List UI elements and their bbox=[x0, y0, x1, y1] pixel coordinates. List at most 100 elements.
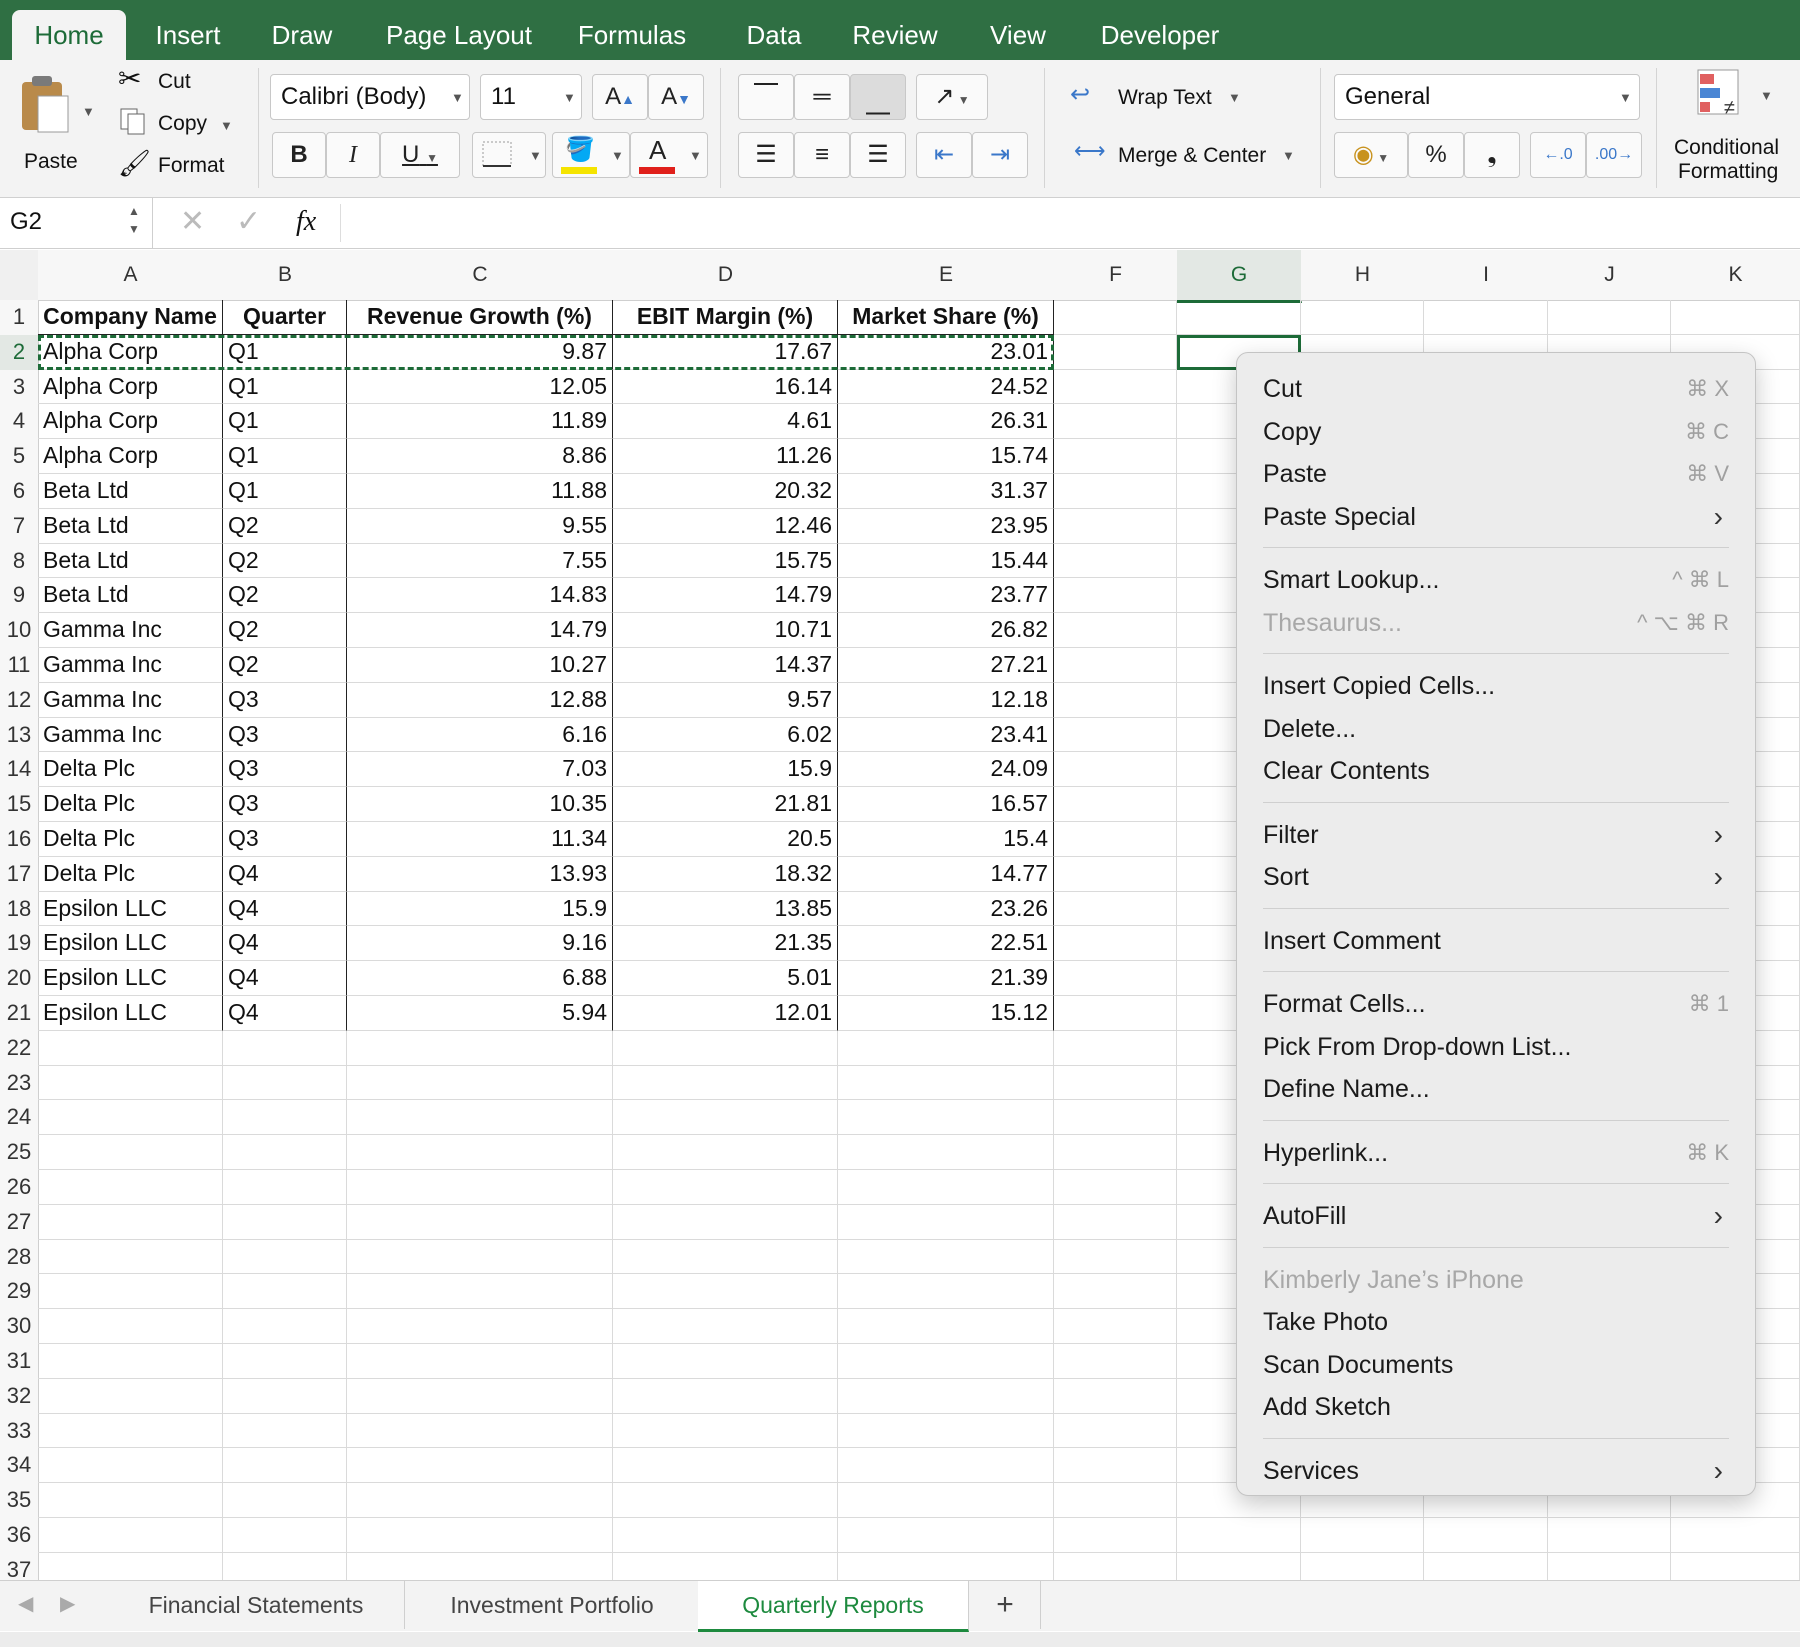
table-cell[interactable]: 14.79 bbox=[347, 613, 613, 648]
align-left-button[interactable]: ☰ bbox=[738, 132, 794, 178]
table-cell[interactable]: 14.83 bbox=[347, 578, 613, 614]
table-cell[interactable]: Q3 bbox=[223, 752, 347, 788]
empty-cell[interactable] bbox=[1671, 1552, 1800, 1580]
table-cell[interactable]: 24.52 bbox=[838, 369, 1054, 405]
empty-cell[interactable] bbox=[1671, 1518, 1800, 1553]
table-cell[interactable]: Q4 bbox=[223, 891, 347, 927]
row-header[interactable]: 4 bbox=[0, 404, 39, 441]
table-cell[interactable]: Epsilon LLC bbox=[38, 961, 223, 996]
table-cell[interactable]: Epsilon LLC bbox=[38, 891, 223, 927]
empty-cell[interactable] bbox=[1054, 1448, 1177, 1484]
row-header[interactable]: 1 bbox=[0, 300, 39, 336]
ribbon-tab-formulas[interactable]: Formulas bbox=[562, 10, 702, 60]
table-cell[interactable]: 27.21 bbox=[838, 648, 1054, 683]
empty-cell[interactable] bbox=[1054, 1518, 1177, 1553]
table-cell[interactable]: 24.09 bbox=[838, 752, 1054, 788]
table-cell[interactable]: 21.81 bbox=[613, 787, 838, 822]
empty-cell[interactable] bbox=[347, 1239, 613, 1275]
table-cell[interactable]: 23.95 bbox=[838, 508, 1054, 544]
row-header[interactable]: 37 bbox=[0, 1552, 39, 1580]
empty-cell[interactable] bbox=[38, 1204, 223, 1240]
table-cell[interactable]: 6.02 bbox=[613, 717, 838, 753]
empty-cell[interactable] bbox=[38, 1030, 223, 1066]
table-cell[interactable]: 16.14 bbox=[613, 369, 838, 405]
empty-cell[interactable] bbox=[347, 1170, 613, 1205]
table-cell[interactable]: Q4 bbox=[223, 926, 347, 962]
empty-cell[interactable] bbox=[1054, 752, 1177, 788]
empty-cell[interactable] bbox=[838, 1344, 1054, 1379]
table-cell[interactable]: 15.4 bbox=[838, 822, 1054, 857]
column-header-e[interactable]: E bbox=[838, 250, 1055, 301]
table-cell[interactable]: 20.5 bbox=[613, 822, 838, 857]
accounting-format-button[interactable]: ◉ ▼ bbox=[1334, 132, 1408, 178]
menu-item-clear-contents[interactable]: Clear Contents bbox=[1263, 751, 1729, 791]
empty-cell[interactable] bbox=[347, 1344, 613, 1379]
empty-cell[interactable] bbox=[223, 1204, 347, 1240]
empty-cell[interactable] bbox=[1054, 508, 1177, 544]
empty-cell[interactable] bbox=[347, 1030, 613, 1066]
empty-cell[interactable] bbox=[1054, 1065, 1177, 1101]
empty-cell[interactable] bbox=[613, 1135, 838, 1170]
table-cell[interactable]: Q2 bbox=[223, 578, 347, 614]
row-header[interactable]: 28 bbox=[0, 1239, 39, 1276]
empty-cell[interactable] bbox=[1054, 856, 1177, 892]
empty-cell[interactable] bbox=[838, 1030, 1054, 1066]
empty-cell[interactable] bbox=[1054, 1309, 1177, 1344]
empty-cell[interactable] bbox=[38, 1518, 223, 1553]
row-header[interactable]: 27 bbox=[0, 1204, 39, 1241]
empty-cell[interactable] bbox=[1054, 474, 1177, 509]
empty-cell[interactable] bbox=[1054, 578, 1177, 614]
menu-item-insert-copied-cells[interactable]: Insert Copied Cells... bbox=[1263, 666, 1729, 706]
ribbon-tab-review[interactable]: Review bbox=[834, 10, 956, 60]
empty-cell[interactable] bbox=[1054, 996, 1177, 1031]
table-cell[interactable]: Q2 bbox=[223, 543, 347, 579]
table-cell[interactable]: 26.31 bbox=[838, 404, 1054, 440]
row-header[interactable]: 8 bbox=[0, 543, 39, 580]
increase-indent-button[interactable]: ⇥ bbox=[972, 132, 1028, 178]
borders-button[interactable]: ▼ bbox=[472, 132, 546, 178]
row-header[interactable]: 31 bbox=[0, 1344, 39, 1380]
table-cell[interactable]: Beta Ltd bbox=[38, 474, 223, 509]
row-header[interactable]: 14 bbox=[0, 752, 39, 789]
empty-cell[interactable] bbox=[838, 1170, 1054, 1205]
table-cell[interactable]: 9.57 bbox=[613, 682, 838, 718]
empty-cell[interactable] bbox=[38, 1239, 223, 1275]
empty-cell[interactable] bbox=[838, 1413, 1054, 1449]
empty-cell[interactable] bbox=[347, 1100, 613, 1136]
table-cell[interactable]: Alpha Corp bbox=[38, 439, 223, 474]
table-cell[interactable]: Epsilon LLC bbox=[38, 996, 223, 1031]
next-sheet-icon[interactable]: ▶ bbox=[60, 1591, 75, 1616]
empty-cell[interactable] bbox=[1054, 1344, 1177, 1379]
table-cell[interactable]: 10.27 bbox=[347, 648, 613, 683]
empty-cell[interactable] bbox=[838, 1274, 1054, 1310]
empty-cell[interactable] bbox=[38, 1309, 223, 1344]
empty-cell[interactable] bbox=[613, 1344, 838, 1379]
menu-item-delete[interactable]: Delete... bbox=[1263, 709, 1729, 749]
table-cell[interactable]: Alpha Corp bbox=[38, 404, 223, 440]
table-cell[interactable]: Q1 bbox=[223, 474, 347, 509]
row-header[interactable]: 21 bbox=[0, 996, 39, 1032]
table-cell[interactable]: 10.35 bbox=[347, 787, 613, 822]
column-header-j[interactable]: J bbox=[1548, 250, 1672, 301]
paste-dropdown-icon[interactable]: ▼ bbox=[82, 104, 95, 119]
empty-cell[interactable] bbox=[1054, 961, 1177, 996]
ribbon-tab-view[interactable]: View bbox=[972, 10, 1064, 60]
empty-cell[interactable] bbox=[613, 1518, 838, 1553]
table-cell[interactable]: 12.46 bbox=[613, 508, 838, 544]
shrink-font-button[interactable]: A▼ bbox=[648, 74, 704, 120]
increase-decimal-button[interactable]: ←.0 bbox=[1530, 132, 1586, 178]
table-cell[interactable]: Q3 bbox=[223, 787, 347, 822]
empty-cell[interactable] bbox=[223, 1483, 347, 1518]
menu-item-filter[interactable]: Filter › bbox=[1263, 815, 1729, 855]
column-header-i[interactable]: I bbox=[1424, 250, 1549, 301]
align-top-button[interactable]: ⎺ bbox=[738, 74, 794, 120]
menu-item-autofill[interactable]: AutoFill › bbox=[1263, 1196, 1729, 1236]
table-cell[interactable]: Gamma Inc bbox=[38, 648, 223, 683]
align-bottom-button[interactable]: ⎽ bbox=[850, 74, 906, 120]
stepper-icon[interactable]: ▲ ▼ bbox=[128, 202, 140, 238]
row-header[interactable]: 35 bbox=[0, 1483, 39, 1519]
empty-cell[interactable] bbox=[613, 1552, 838, 1580]
table-cell[interactable]: Q3 bbox=[223, 682, 347, 718]
table-cell[interactable]: Delta Plc bbox=[38, 822, 223, 857]
menu-item-paste[interactable]: Paste ⌘ V bbox=[1263, 454, 1729, 494]
